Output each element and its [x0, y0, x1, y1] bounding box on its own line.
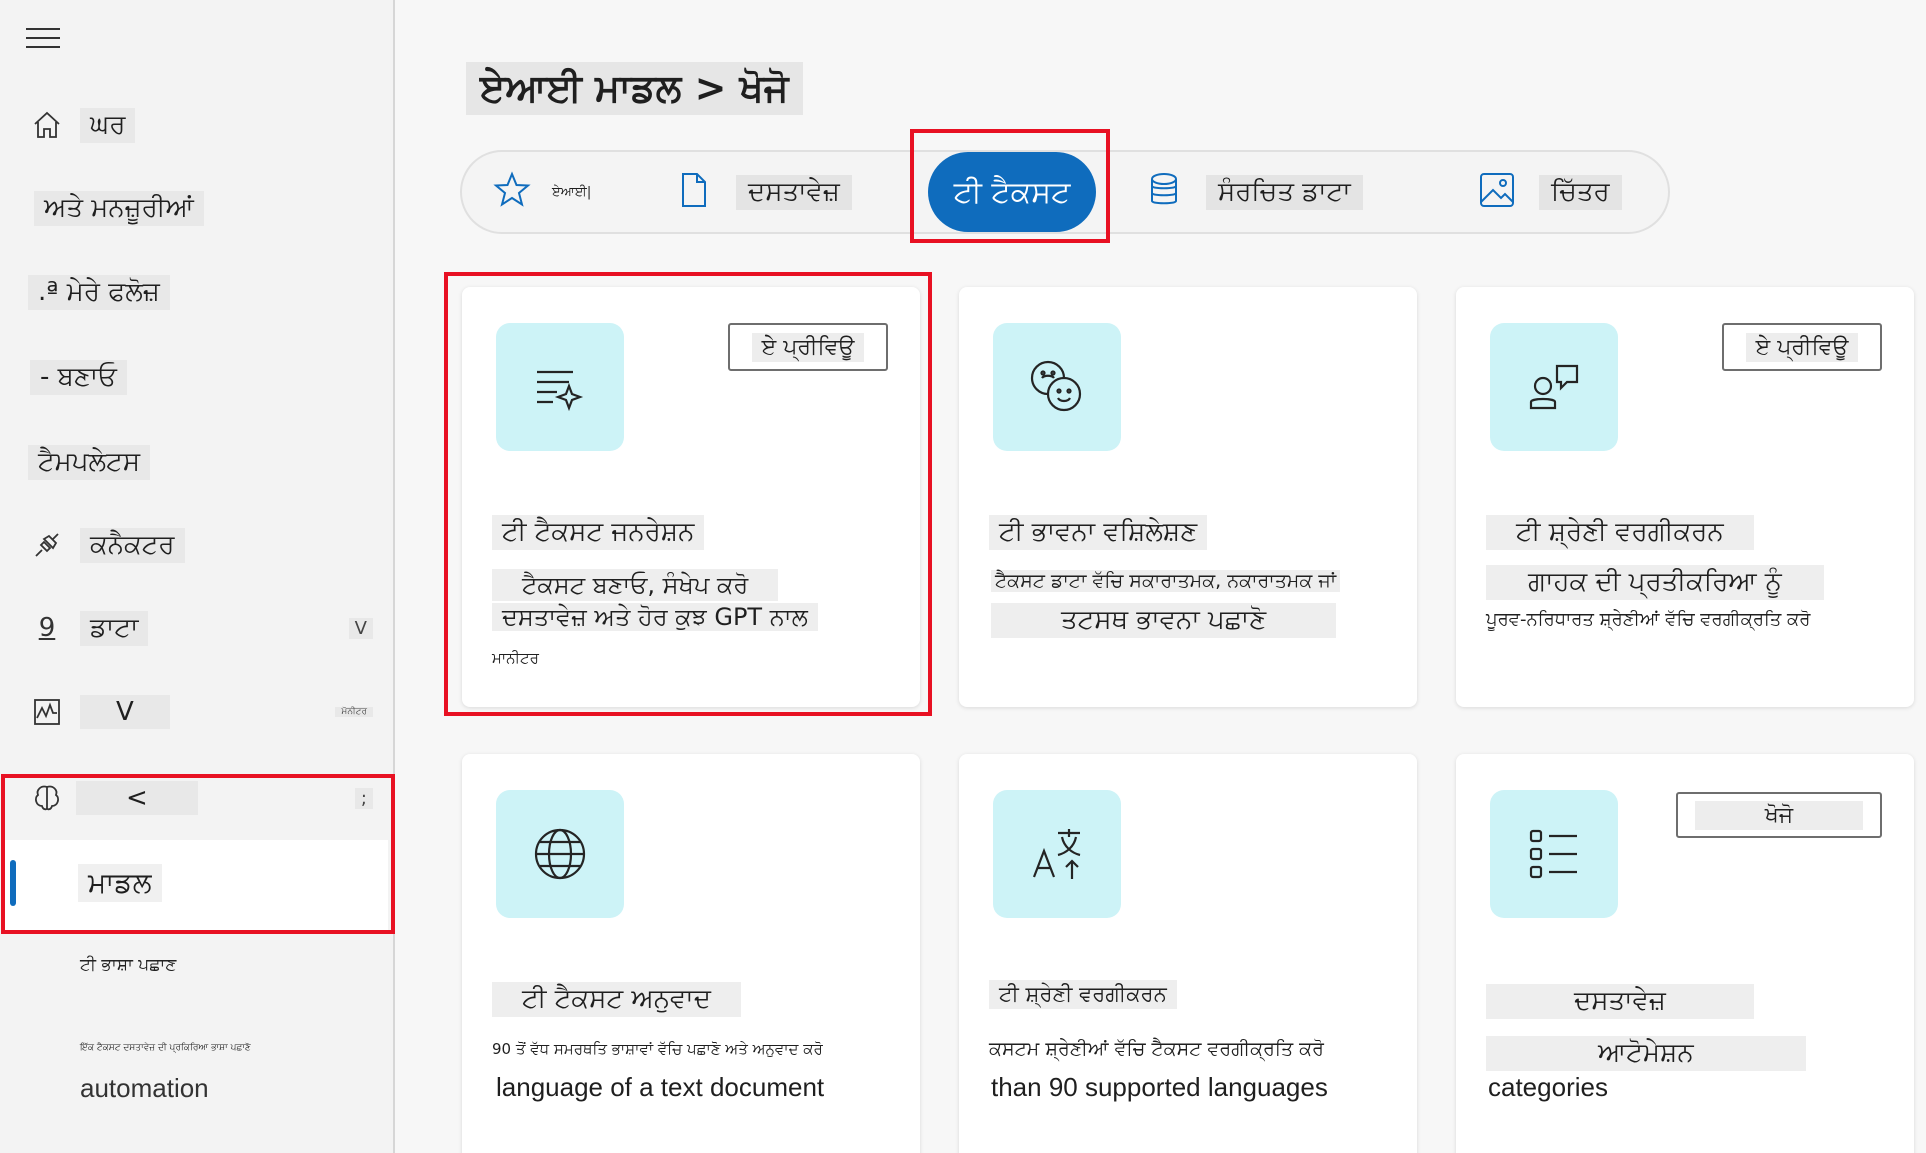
card-description-line: ਆਟੋਮੇਸ਼ਨ — [1486, 1036, 1806, 1071]
sidebar-item-templates[interactable]: ਟੈਮਪਲੇਟਸ — [0, 432, 395, 492]
sidebar-item-label: ਮਾਡਲ — [78, 864, 162, 902]
chevron-down-icon[interactable]: V — [348, 617, 373, 639]
tab-label: ਸੰਰਚਿਤ ਡਾਟਾ — [1206, 174, 1363, 210]
card-text-generation[interactable]: ਏ ਪ੍ਰੀਵਿਊ ਟੀ ਟੈਕਸਟ ਜਨਰੇਸ਼ਨ ਟੈਕਸਟ ਬਣਾਓ, ਸ… — [462, 287, 920, 707]
sidebar-item-ai-models[interactable]: < ; — [0, 768, 395, 828]
sidebar-item-right-text: ਮੋਨੀਟਰ — [335, 707, 373, 717]
card-title: ਟੀ ਟੈਕਸਟ ਜਨਰੇਸ਼ਨ — [492, 515, 705, 550]
card-title: ਟੀ ਸ਼੍ਰੇਣੀ ਵਰਗੀਕਰਨ — [1486, 515, 1754, 550]
card-description-line: ਤਟਸਥ ਭਾਵਨਾ ਪਛਾਣੋ — [991, 603, 1337, 638]
card-description-line: ਦਸਤਾਵੇਜ਼ ਅਤੇ ਹੋਰ ਕੁਝ GPT ਨਾਲ — [492, 603, 818, 631]
sidebar: ਘਰ ਅਤੇ ਮਨਜ਼ੂਰੀਆਂ .ª ਮੇਰੇ ਫਲੋਜ਼ - ਬਣਾਓ ਟੈ… — [0, 0, 395, 1153]
hamburger-menu-icon[interactable] — [26, 28, 60, 54]
card-description-line: ਟੈਕਸਟ ਬਣਾਓ, ਸੰਖੇਪ ਕਰੋ — [492, 569, 779, 601]
sidebar-subitem-description: ਇੱਕ ਟੈਕਸਟ ਦਸਤਾਵੇਜ਼ ਦੀ ਪ੍ਰਕਿਰਿਆ ਭਾਸ਼ਾ ਪਛਾ… — [80, 1043, 251, 1053]
brain-icon — [30, 781, 64, 815]
document-icon — [674, 170, 714, 214]
card-description-line: ਮਾਨੀਟਰ — [492, 649, 539, 667]
list-icon — [1490, 790, 1618, 918]
translate-icon — [993, 790, 1121, 918]
tab-images[interactable]: ਚਿੱਤਰ — [1477, 152, 1622, 232]
card-sentiment-analysis[interactable]: ਟੀ ਭਾਵਨਾ ਵਸ਼ਿਲੇਸ਼ਣ ਟੈਕਸਟ ਡਾਟਾ ਵੱਚਿ ਸਕਾਰਾ… — [959, 287, 1417, 707]
sidebar-item-label: ਡਾਟਾ — [80, 610, 149, 646]
tab-text[interactable]: ਟੀ ਟੈਕਸਟ — [928, 152, 1096, 232]
star-icon — [492, 170, 532, 214]
preview-badge: ਏ ਪ੍ਰੀਵਿਊ — [728, 323, 888, 371]
card-description-line: language of a text document — [496, 1072, 825, 1102]
breadcrumb: ਏਆਈ ਮਾਡਲ > ਖੋਜੋ — [466, 62, 803, 115]
emoji-faces-icon — [993, 323, 1121, 451]
card-custom-classification[interactable]: ਟੀ ਸ਼੍ਰੇਣੀ ਵਰਗੀਕਰਨ ਕਸਟਮ ਸ਼੍ਰੇਣੀਆਂ ਵੱਚਿ ਟ… — [959, 754, 1417, 1153]
card-description-line: ਪੂਰਵ-ਨਰਿਧਾਰਤ ਸ਼੍ਰੇਣੀਆਂ ਵੱਚਿ ਵਰਗੀਕ੍ਰਤਿ ਕਰ… — [1486, 609, 1811, 630]
image-icon — [1477, 170, 1517, 214]
tab-label: ਟੀ ਟੈਕਸਟ — [953, 174, 1071, 210]
tab-ai[interactable]: ਏਆਈ| — [492, 152, 591, 232]
sidebar-item-right-text: ; — [354, 787, 373, 809]
explore-badge[interactable]: ਖੋਜੋ — [1676, 792, 1882, 838]
card-description-line: ਗਾਹਕ ਦੀ ਪ੍ਰਤੀਕਰਿਆ ਨੂੰ — [1486, 565, 1824, 600]
sidebar-item-label: ਅਤੇ ਮਨਜ਼ੂਰੀਆਂ — [34, 190, 204, 226]
sidebar-item-my-flows[interactable]: .ª ਮੇਰੇ ਫਲੋਜ਼ — [0, 262, 395, 322]
tab-structured-data[interactable]: ਸੰਰਚਿਤ ਡਾਟਾ — [1144, 152, 1363, 232]
card-description-line: ਕਸਟਮ ਸ਼੍ਰੇਣੀਆਂ ਵੱਚਿ ਟੈਕਸਟ ਵਰਗੀਕ੍ਰਤਿ ਕਰੋ — [989, 1038, 1324, 1060]
sidebar-item-approvals[interactable]: ਅਤੇ ਮਨਜ਼ੂਰੀਆਂ — [0, 178, 395, 238]
text-sparkle-icon — [496, 323, 624, 451]
card-title: ਟੀ ਭਾਵਨਾ ਵਸ਼ਿਲੇਸ਼ਣ — [989, 515, 1208, 550]
sidebar-subitem-automation[interactable]: automation — [80, 1073, 209, 1104]
card-description-line: than 90 supported languages — [991, 1072, 1328, 1102]
sidebar-item-label: V — [80, 695, 170, 729]
sidebar-item-label: < — [76, 781, 198, 815]
tab-label: ਚਿੱਤਰ — [1539, 174, 1622, 210]
sidebar-item-label: ਕਨੈਕਟਰ — [80, 527, 185, 563]
card-title: ਦਸਤਾਵੇਜ਼ — [1486, 984, 1754, 1019]
selected-indicator — [10, 860, 16, 906]
person-chat-icon — [1490, 323, 1618, 451]
sidebar-item-home[interactable]: ਘਰ — [0, 95, 395, 155]
card-title: ਟੀ ਟੈਕਸਟ ਅਨੁਵਾਦ — [492, 982, 741, 1017]
sidebar-item-create[interactable]: - ਬਣਾਓ — [0, 347, 395, 407]
sidebar-item-monitor[interactable]: V ਮੋਨੀਟਰ — [0, 682, 395, 742]
sidebar-item-label: ਟੈਮਪਲੇਟਸ — [28, 444, 151, 480]
tab-documents[interactable]: ਦਸਤਾਵੇਜ਼ — [674, 152, 852, 232]
sidebar-item-models[interactable]: ਮਾਡਲ — [4, 840, 388, 930]
card-description-line: categories — [1488, 1072, 1608, 1102]
data-icon: 9 — [38, 613, 56, 643]
sidebar-subitem-language-detection[interactable]: ਟੀ ਭਾਸ਼ਾ ਪਛਾਣ — [80, 955, 176, 975]
card-title: ਟੀ ਸ਼੍ਰੇਣੀ ਵਰਗੀਕਰਨ — [989, 980, 1177, 1009]
tab-label: ਦਸਤਾਵੇਜ਼ — [736, 174, 852, 210]
card-category-classification[interactable]: ਏ ਪ੍ਰੀਵਿਊ ਟੀ ਸ਼੍ਰੇਣੀ ਵਰਗੀਕਰਨ ਗਾਹਕ ਦੀ ਪ੍ਰ… — [1456, 287, 1914, 707]
card-description-line: ਟੈਕਸਟ ਡਾਟਾ ਵੱਚਿ ਸਕਾਰਾਤਮਕ, ਨਕਾਰਾਤਮਕ ਜਾਂ — [991, 570, 1341, 592]
tab-label: ਏਆਈ| — [552, 184, 592, 200]
sidebar-item-connectors[interactable]: ਕਨੈਕਟਰ — [0, 515, 395, 575]
monitor-chart-icon — [30, 695, 64, 729]
sidebar-item-label: ਘਰ — [80, 107, 136, 143]
sidebar-item-data[interactable]: 9 ਡਾਟਾ V — [0, 598, 395, 658]
preview-badge: ਏ ਪ੍ਰੀਵਿਊ — [1722, 323, 1882, 371]
sidebar-item-label: .ª ਮੇਰੇ ਫਲੋਜ਼ — [28, 274, 170, 310]
card-document-automation[interactable]: ਖੋਜੋ ਦਸਤਾਵੇਜ਼ ਆਟੋਮੇਸ਼ਨ categories — [1456, 754, 1914, 1153]
database-icon — [1144, 170, 1184, 214]
sidebar-item-label: - ਬਣਾਓ — [30, 359, 127, 395]
card-description-line: 90 ਤੋਂ ਵੱਧ ਸਮਰਥਤਿ ਭਾਸ਼ਾਵਾਂ ਵੱਚਿ ਪਛਾਣੋ ਅਤ… — [492, 1040, 823, 1058]
connector-plug-icon — [30, 528, 64, 562]
home-icon — [30, 108, 64, 142]
card-text-translation[interactable]: ਟੀ ਟੈਕਸਟ ਅਨੁਵਾਦ 90 ਤੋਂ ਵੱਧ ਸਮਰਥਤਿ ਭਾਸ਼ਾਵ… — [462, 754, 920, 1153]
globe-icon — [496, 790, 624, 918]
